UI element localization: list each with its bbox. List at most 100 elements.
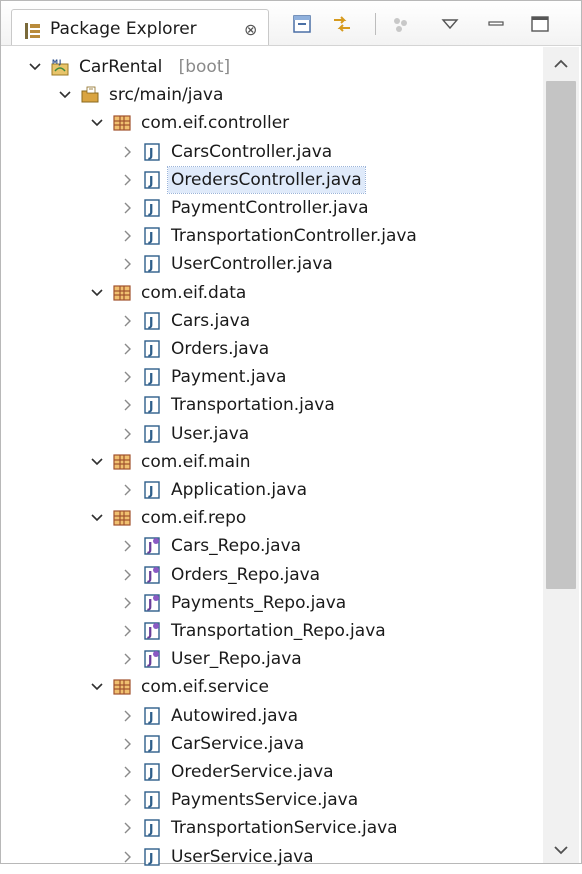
tree-item-file-carscontroller-java[interactable]: J CarsController.java bbox=[1, 139, 541, 165]
tree-item-package-com-eif-controller[interactable]: com.eif.controller bbox=[1, 110, 541, 136]
svg-text:J: J bbox=[148, 315, 153, 329]
java-class-file-icon: J bbox=[143, 819, 161, 838]
package-icon bbox=[113, 509, 131, 527]
close-icon[interactable]: ⊗ bbox=[244, 20, 257, 39]
tree-item-label: com.eif.controller bbox=[141, 113, 290, 134]
tree-item-file-paymentsservice-java[interactable]: J PaymentsService.java bbox=[1, 787, 541, 813]
tree-item-file-paymentcontroller-java[interactable]: J PaymentController.java bbox=[1, 195, 541, 221]
tree-item-project[interactable]: M J CarRental [boot] bbox=[1, 54, 541, 80]
expand-arrow-icon[interactable] bbox=[89, 674, 105, 700]
svg-text:J: J bbox=[58, 59, 61, 66]
tree-item-source-folder[interactable]: src/main/java bbox=[1, 82, 541, 108]
collapse-arrow-icon[interactable] bbox=[119, 308, 135, 334]
java-class-file-icon: J bbox=[143, 396, 161, 415]
tree-item-file-payment-java[interactable]: J Payment.java bbox=[1, 364, 541, 390]
collapse-arrow-icon[interactable] bbox=[119, 815, 135, 841]
expand-arrow-icon[interactable] bbox=[89, 505, 105, 531]
tree-item-file-userservice-java[interactable]: J UserService.java bbox=[1, 844, 541, 870]
collapse-arrow-icon[interactable] bbox=[119, 703, 135, 729]
tree-item-file-carservice-java[interactable]: J CarService.java bbox=[1, 731, 541, 757]
view-tab-bar: Package Explorer ⊗ bbox=[1, 1, 581, 46]
collapse-arrow-icon[interactable] bbox=[119, 787, 135, 813]
svg-text:J: J bbox=[148, 146, 153, 160]
collapse-arrow-icon[interactable] bbox=[119, 533, 135, 559]
tree-item-file-transportation-java[interactable]: J Transportation.java bbox=[1, 392, 541, 418]
svg-text:J: J bbox=[148, 230, 153, 244]
expand-arrow-icon[interactable] bbox=[27, 54, 43, 80]
tree-item-label: com.eif.data bbox=[141, 282, 247, 303]
collapse-arrow-icon[interactable] bbox=[119, 590, 135, 616]
tree-item-file-usercontroller-java[interactable]: J UserController.java bbox=[1, 251, 541, 277]
expand-arrow-icon[interactable] bbox=[57, 82, 73, 108]
tree-item-label: PaymentsService.java bbox=[171, 790, 359, 811]
java-class-file-icon: J bbox=[143, 735, 161, 753]
view-title: Package Explorer bbox=[50, 19, 197, 39]
tree-item-file-transportationcontroller-java[interactable]: J TransportationController.java bbox=[1, 223, 541, 249]
tree-item-file-transportation-repo-java[interactable]: J Transportation_Repo.java bbox=[1, 618, 541, 644]
collapse-arrow-icon[interactable] bbox=[119, 759, 135, 785]
link-with-editor-icon[interactable] bbox=[331, 13, 353, 35]
expand-arrow-icon[interactable] bbox=[89, 449, 105, 475]
collapse-arrow-icon[interactable] bbox=[119, 336, 135, 362]
tree-item-package-com-eif-data[interactable]: com.eif.data bbox=[1, 280, 541, 306]
tree-item-label: Payment.java bbox=[171, 367, 287, 388]
maximize-icon[interactable] bbox=[529, 13, 551, 35]
tree-item-file-user-repo-java[interactable]: J User_Repo.java bbox=[1, 646, 541, 672]
tree-item-file-cars-java[interactable]: J Cars.java bbox=[1, 308, 541, 334]
tree-item-file-orederservice-java[interactable]: J OrederService.java bbox=[1, 759, 541, 785]
scrollbar-thumb[interactable] bbox=[546, 81, 576, 589]
java-class-file-icon: J bbox=[143, 424, 161, 443]
collapse-all-icon[interactable] bbox=[291, 13, 313, 35]
collapse-arrow-icon[interactable] bbox=[119, 167, 135, 193]
tree-item-package-com-eif-repo[interactable]: com.eif.repo bbox=[1, 505, 541, 531]
collapse-arrow-icon[interactable] bbox=[119, 392, 135, 418]
expand-arrow-icon[interactable] bbox=[89, 280, 105, 306]
java-class-file-icon: J bbox=[143, 255, 161, 274]
package-explorer-tab[interactable]: Package Explorer ⊗ bbox=[11, 9, 269, 45]
tree-item-file-cars-repo-java[interactable]: J Cars_Repo.java bbox=[1, 533, 541, 559]
focus-icon[interactable] bbox=[389, 13, 411, 35]
collapse-arrow-icon[interactable] bbox=[119, 477, 135, 503]
collapse-arrow-icon[interactable] bbox=[119, 195, 135, 221]
tree-item-file-orders-java[interactable]: J Orders.java bbox=[1, 336, 541, 362]
vertical-scrollbar[interactable] bbox=[543, 47, 579, 863]
package-icon bbox=[113, 114, 131, 132]
java-class-file-icon: J bbox=[143, 312, 161, 330]
tree-item-file-autowired-java[interactable]: J Autowired.java bbox=[1, 703, 541, 729]
java-class-file-icon: J bbox=[143, 791, 161, 809]
svg-text:J: J bbox=[148, 484, 153, 498]
expand-arrow-icon[interactable] bbox=[89, 110, 105, 136]
tree-item-label: Payments_Repo.java bbox=[171, 592, 347, 613]
collapse-arrow-icon[interactable] bbox=[119, 251, 135, 277]
java-interface-file-icon: J bbox=[143, 565, 161, 584]
tree-item-file-payments-repo-java[interactable]: J Payments_Repo.java bbox=[1, 590, 541, 616]
scroll-down-icon[interactable] bbox=[553, 843, 569, 857]
tree-item-package-com-eif-main[interactable]: com.eif.main bbox=[1, 449, 541, 475]
collapse-arrow-icon[interactable] bbox=[119, 646, 135, 672]
tree-item-file-user-java[interactable]: J User.java bbox=[1, 421, 541, 447]
package-explorer-view: Package Explorer ⊗ M J CarRental [boot] … bbox=[0, 0, 582, 867]
svg-text:J: J bbox=[147, 569, 152, 583]
collapse-arrow-icon[interactable] bbox=[119, 844, 135, 870]
minimize-icon[interactable] bbox=[485, 13, 507, 35]
svg-text:J: J bbox=[148, 258, 153, 272]
collapse-arrow-icon[interactable] bbox=[119, 618, 135, 644]
collapse-arrow-icon[interactable] bbox=[119, 562, 135, 588]
collapse-arrow-icon[interactable] bbox=[119, 223, 135, 249]
svg-text:J: J bbox=[148, 399, 153, 413]
java-class-file-icon: J bbox=[143, 340, 161, 358]
java-project-icon: MJ bbox=[51, 58, 69, 76]
tree-item-file-application-java[interactable]: J Application.java bbox=[1, 477, 541, 503]
tree-item-label: src/main/java bbox=[109, 85, 224, 106]
tree-item-package-com-eif-service[interactable]: com.eif.service bbox=[1, 674, 541, 700]
tree-item-label: Orders_Repo.java bbox=[171, 564, 321, 585]
tree-item-file-orders-repo-java[interactable]: J Orders_Repo.java bbox=[1, 562, 541, 588]
view-menu-icon[interactable] bbox=[439, 13, 461, 35]
collapse-arrow-icon[interactable] bbox=[119, 364, 135, 390]
collapse-arrow-icon[interactable] bbox=[119, 139, 135, 165]
collapse-arrow-icon[interactable] bbox=[119, 731, 135, 757]
tree-item-file-transportationservice-java[interactable]: J TransportationService.java bbox=[1, 815, 541, 841]
tree-item-file-orederscontroller-java[interactable]: J OredersController.java bbox=[1, 165, 541, 194]
collapse-arrow-icon[interactable] bbox=[119, 421, 135, 447]
scroll-up-icon[interactable] bbox=[553, 57, 569, 71]
